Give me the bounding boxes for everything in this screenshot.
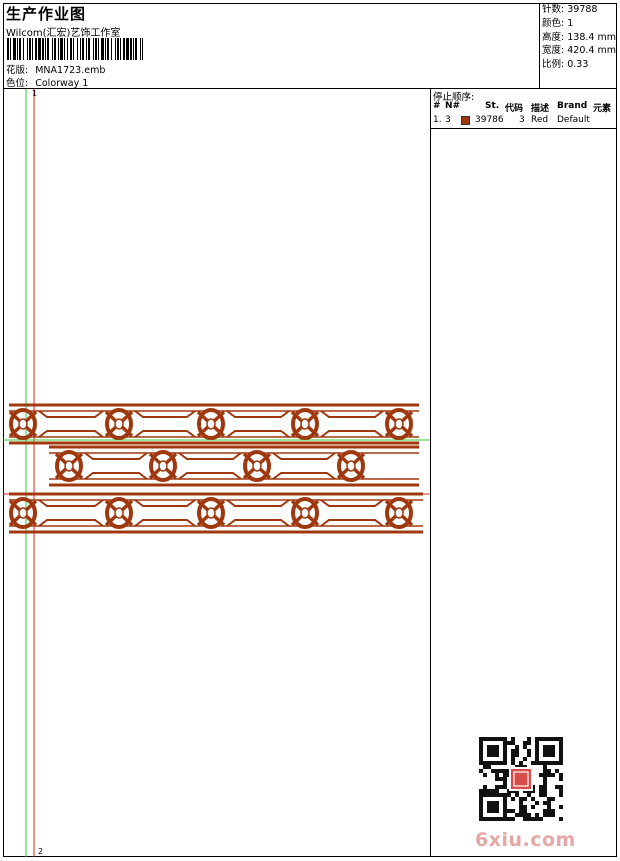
stat-scale: 比例: 0.33: [542, 59, 589, 71]
col-brand: Brand: [557, 101, 588, 111]
row-code: 3: [519, 115, 525, 125]
col-code: 代码: [505, 104, 524, 114]
design-file: 花版: MNA1723.emb: [6, 62, 105, 76]
chain-band: [8, 403, 419, 445]
marker-bottom: 2: [38, 847, 44, 856]
colorway-label: 色位:: [6, 78, 29, 89]
col-description: 描述: [531, 104, 550, 114]
company-name: Wilcom(汇宏)艺饰工作室: [6, 28, 121, 39]
col-stitches: St.: [485, 101, 500, 111]
row-brand: Default: [557, 115, 590, 125]
col-index: #: [433, 101, 441, 111]
table-divider: [431, 128, 617, 129]
colorway-value: Colorway 1: [35, 78, 89, 89]
barcode: [7, 38, 143, 60]
table-row: 1. 3 39786 3 Red Default: [431, 115, 617, 128]
qr-code: [479, 737, 563, 821]
row-stitches: 39786: [475, 115, 504, 125]
col-element: 元素: [593, 104, 612, 114]
chain-band: [8, 492, 423, 534]
stat-width: 宽度: 420.4 mm: [542, 45, 616, 57]
marker-top: 1: [32, 89, 38, 98]
embroidery-design: [3, 89, 430, 857]
header-info: 生产作业图 Wilcom(汇宏)艺饰工作室 花版: MNA1723.emb 色位…: [3, 3, 540, 89]
color-swatch: [461, 116, 470, 125]
stop-sequence-panel: 停止顺序: # N# St. 代码 描述 Brand 元素 1. 3 39786…: [431, 89, 617, 857]
header: 生产作业图 Wilcom(汇宏)艺饰工作室 花版: MNA1723.emb 色位…: [3, 3, 617, 89]
stat-colors: 颜色: 1: [542, 17, 574, 29]
row-needle: 3: [445, 115, 451, 125]
stat-stitches: 针数: 39788: [542, 4, 598, 15]
row-index: 1.: [433, 115, 442, 125]
page-title: 生产作业图: [6, 5, 87, 23]
stop-table-header: # N# St. 代码 描述 Brand 元素: [431, 101, 617, 114]
chain-band: [49, 445, 419, 487]
chain-band-layer: [8, 403, 423, 534]
design-stats: 针数: 39788 颜色: 1 高度: 138.4 mm 宽度: 420.4 m…: [541, 3, 617, 72]
design-canvas: 1 2: [3, 89, 431, 857]
stat-height: 高度: 138.4 mm: [542, 31, 616, 43]
site-watermark: 6xiu.com: [475, 829, 576, 851]
row-description: Red: [531, 115, 549, 125]
colorway: 色位: Colorway 1: [6, 75, 88, 89]
col-needle: N#: [445, 101, 461, 111]
